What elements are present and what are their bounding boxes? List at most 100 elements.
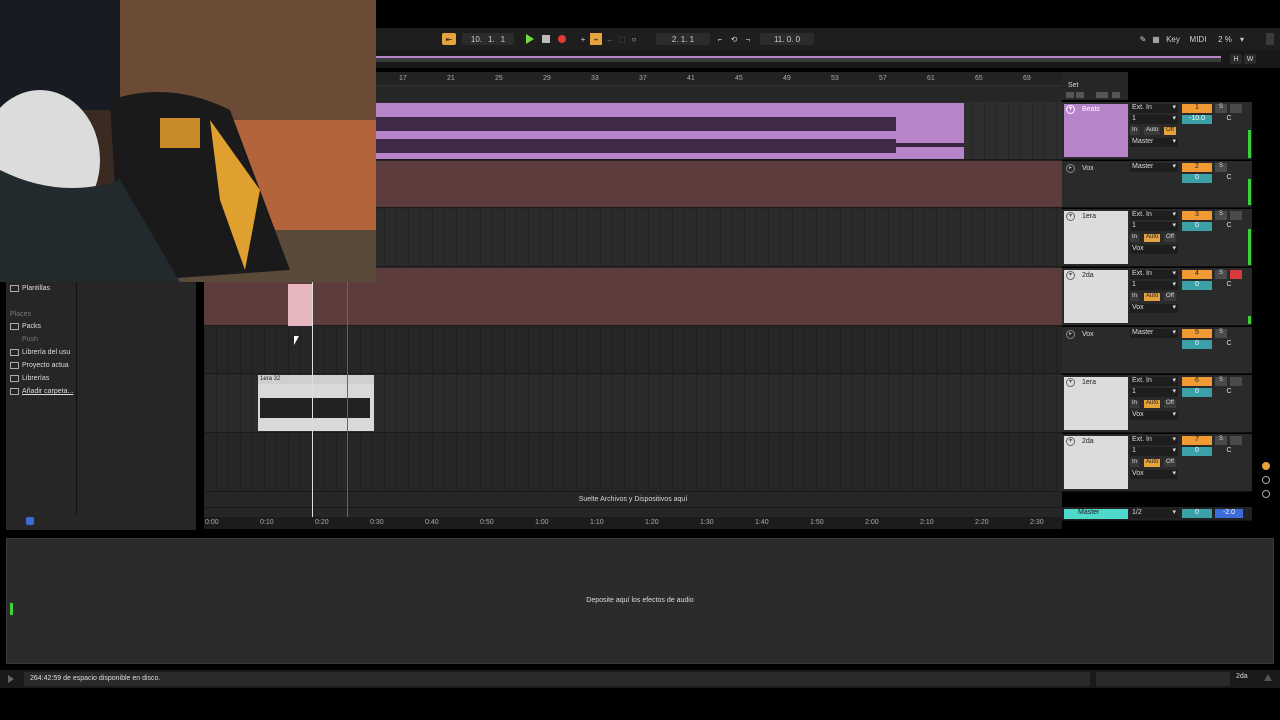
- arm-button-armed[interactable]: [1230, 270, 1242, 279]
- view-toggle-icon[interactable]: [1262, 476, 1270, 484]
- monitor-auto-button[interactable]: Auto: [1144, 127, 1161, 135]
- solo-button[interactable]: S: [1215, 270, 1227, 279]
- fold-icon[interactable]: ▸: [1066, 164, 1075, 173]
- browser-item-templates[interactable]: Plantillas: [10, 285, 50, 292]
- input-type-select[interactable]: Ext. In: [1130, 435, 1178, 445]
- output-select[interactable]: Master: [1130, 137, 1178, 147]
- record-button[interactable]: [556, 33, 568, 45]
- track-volume[interactable]: 0: [1182, 281, 1212, 290]
- track-pan[interactable]: C: [1215, 447, 1243, 456]
- loop-start[interactable]: 2. 1. 1: [656, 33, 710, 45]
- track-activator[interactable]: 5: [1182, 329, 1212, 338]
- output-select[interactable]: Vox: [1130, 469, 1178, 479]
- solo-button[interactable]: S: [1215, 436, 1227, 445]
- add-folder-link[interactable]: Añadir carpeta...: [10, 388, 73, 395]
- track-activator[interactable]: 2: [1182, 163, 1212, 172]
- punch-out-button[interactable]: ¬: [742, 33, 754, 45]
- mixer-toggle-icon[interactable]: [1262, 490, 1270, 498]
- loop-button[interactable]: ⟲: [728, 33, 740, 45]
- input-type-select[interactable]: Ext. In: [1130, 210, 1178, 220]
- track-volume[interactable]: 0: [1182, 174, 1212, 183]
- track-volume[interactable]: 0: [1182, 447, 1212, 456]
- collapse-icon[interactable]: [1264, 674, 1272, 681]
- track-lane-vox-2[interactable]: [204, 327, 1062, 374]
- input-type-select[interactable]: Ext. In: [1130, 269, 1178, 279]
- beat-time-ruler[interactable]: 17 21 25 29 33 37 41 45 49 53 57 61 65 69: [376, 72, 1062, 86]
- browser-item-current-project[interactable]: Proyecto actua: [10, 362, 69, 369]
- nav-next-icon[interactable]: [1076, 92, 1084, 98]
- master-volume[interactable]: 0: [1182, 509, 1212, 518]
- monitor-auto-button[interactable]: Auto: [1144, 400, 1161, 408]
- monitor-in-button[interactable]: In: [1130, 127, 1140, 135]
- track-pan[interactable]: C: [1215, 281, 1243, 290]
- monitor-in-button[interactable]: In: [1130, 234, 1140, 242]
- stop-button[interactable]: [540, 33, 552, 45]
- key-map-button[interactable]: Key: [1164, 33, 1182, 45]
- cpu-menu-button[interactable]: ▾: [1238, 33, 1246, 45]
- fold-icon[interactable]: ▾: [1066, 271, 1075, 280]
- lock-icon[interactable]: [1112, 92, 1120, 98]
- audio-clip-1era[interactable]: 1era 32: [258, 375, 374, 431]
- track-pan[interactable]: C: [1215, 115, 1243, 124]
- input-channel-select[interactable]: 1: [1130, 221, 1178, 231]
- monitor-in-button[interactable]: In: [1130, 293, 1140, 301]
- capture-button[interactable]: ⬚: [617, 33, 627, 45]
- solo-button[interactable]: S: [1215, 211, 1227, 220]
- device-view[interactable]: Deposite aquí los efectos de audio: [6, 538, 1274, 664]
- input-channel-select[interactable]: 1: [1130, 387, 1178, 397]
- track-volume[interactable]: 0: [1182, 340, 1212, 349]
- nav-prev-icon[interactable]: [1066, 92, 1074, 98]
- track-pan[interactable]: C: [1215, 340, 1243, 349]
- hw-h-button[interactable]: H: [1230, 54, 1242, 64]
- audio-clip-beats[interactable]: [376, 103, 964, 159]
- track-pan[interactable]: C: [1215, 388, 1243, 397]
- monitor-in-button[interactable]: In: [1130, 459, 1140, 467]
- monitor-auto-button[interactable]: Auto: [1144, 234, 1161, 242]
- track-activator[interactable]: 1: [1182, 104, 1212, 113]
- fold-icon[interactable]: ▾: [1066, 378, 1075, 387]
- song-position[interactable]: 10. 1. 1: [462, 33, 514, 45]
- fold-icon[interactable]: ▾: [1066, 212, 1075, 221]
- follow-button[interactable]: ⇤: [442, 33, 456, 45]
- preview-toggle-icon[interactable]: [26, 517, 34, 525]
- output-select[interactable]: Vox: [1130, 410, 1178, 420]
- output-select[interactable]: Vox: [1130, 303, 1178, 313]
- master-pan[interactable]: -2.0: [1215, 509, 1243, 518]
- fold-icon[interactable]: ▸: [1066, 330, 1075, 339]
- loop-length[interactable]: 11. 0. 0: [760, 33, 814, 45]
- track-activator[interactable]: 6: [1182, 377, 1212, 386]
- browser-item-packs[interactable]: Packs: [10, 323, 41, 330]
- input-channel-select[interactable]: 1: [1130, 446, 1178, 456]
- solo-button[interactable]: S: [1215, 163, 1227, 172]
- browser-item-push[interactable]: Push: [10, 336, 38, 343]
- reenable-automation-button[interactable]: ←: [605, 33, 615, 45]
- input-channel-select[interactable]: 1: [1130, 114, 1178, 124]
- monitor-auto-button[interactable]: Auto: [1144, 459, 1161, 467]
- keyboard-button[interactable]: ▦: [1151, 33, 1161, 45]
- arrangement-overview[interactable]: H W: [376, 50, 1280, 68]
- track-activator[interactable]: 4: [1182, 270, 1212, 279]
- overdub-button[interactable]: +: [578, 33, 588, 45]
- monitor-off-button[interactable]: Off: [1164, 400, 1176, 408]
- play-button[interactable]: [524, 33, 536, 45]
- input-type-select[interactable]: Ext. In: [1130, 376, 1178, 386]
- monitor-auto-button[interactable]: Auto: [1144, 293, 1161, 301]
- session-record-button[interactable]: ○: [629, 33, 639, 45]
- track-volume[interactable]: 0: [1182, 388, 1212, 397]
- solo-button[interactable]: S: [1215, 329, 1227, 338]
- fold-icon[interactable]: ▾: [1066, 437, 1075, 446]
- track-volume[interactable]: -10.0: [1182, 115, 1212, 124]
- solo-button[interactable]: S: [1215, 104, 1227, 113]
- track-lane-1era-2[interactable]: 1era 32: [204, 375, 1062, 433]
- clip-selection[interactable]: [288, 284, 312, 326]
- fold-icon[interactable]: ▾: [1066, 105, 1075, 114]
- master-input-select[interactable]: 1/2: [1130, 508, 1178, 518]
- track-pan[interactable]: C: [1215, 222, 1243, 231]
- monitor-off-button[interactable]: Off: [1164, 459, 1176, 467]
- monitor-off-button[interactable]: Off: [1164, 293, 1176, 301]
- monitor-off-button[interactable]: Off: [1164, 127, 1176, 135]
- time-ruler[interactable]: 0:00 0:10 0:20 0:30 0:40 0:50 1:00 1:10 1:20 1:30…: [204, 517, 1062, 529]
- arm-button[interactable]: [1230, 377, 1242, 386]
- expand-arrow-icon[interactable]: [8, 675, 14, 683]
- expand-icon[interactable]: [1096, 92, 1108, 98]
